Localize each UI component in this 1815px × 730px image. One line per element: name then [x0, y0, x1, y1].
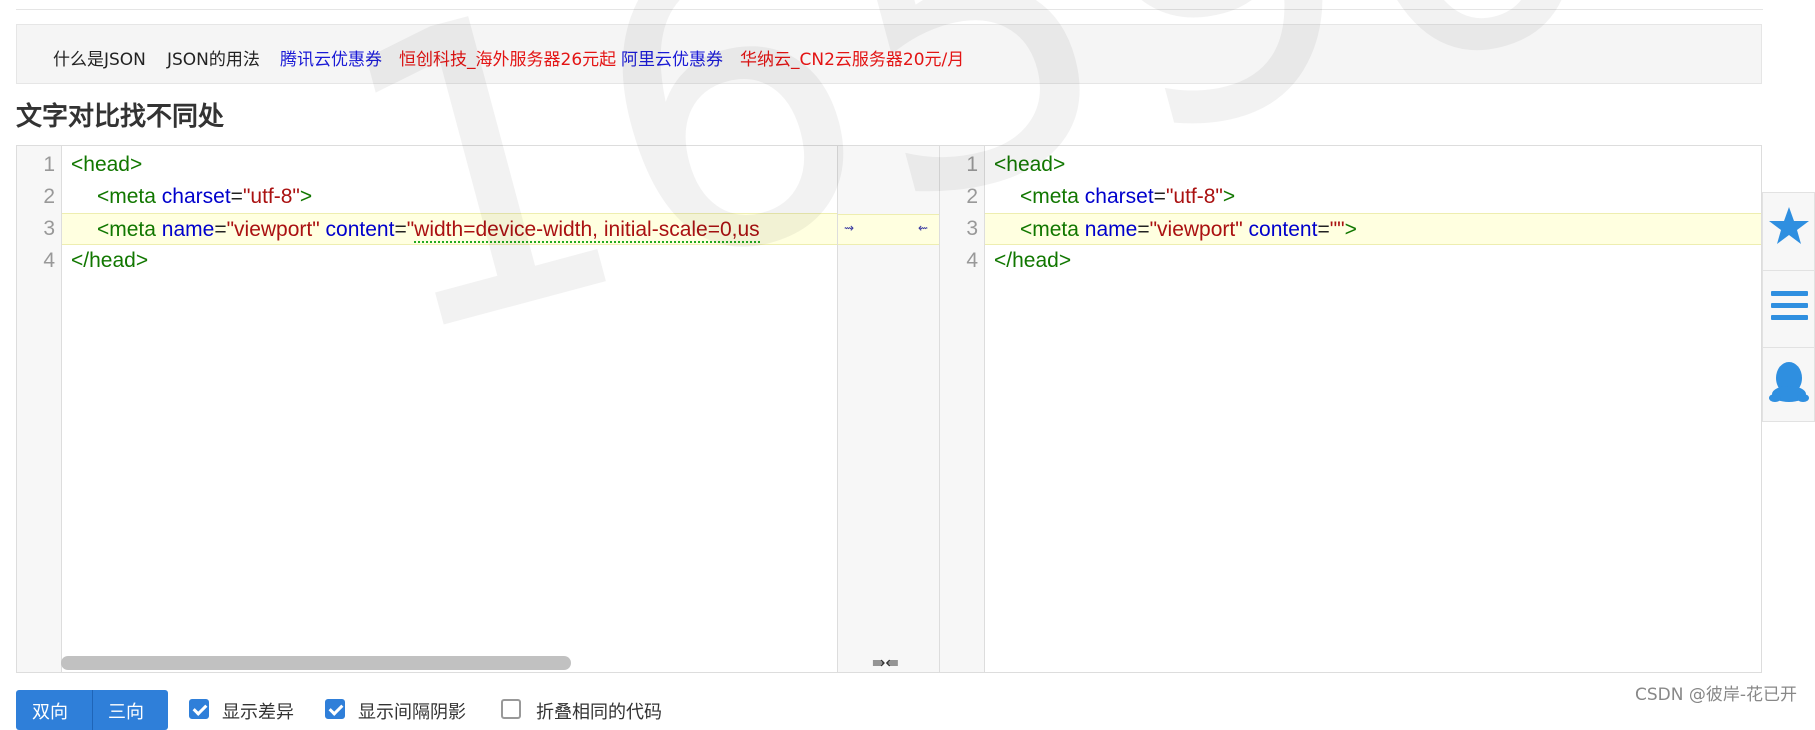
nav-link-tencent-coupon[interactable]: 腾讯云优惠券	[280, 45, 382, 70]
copy-left-arrow-icon[interactable]: ⇜	[918, 221, 928, 235]
nav-link-json-usage[interactable]: JSON的用法	[167, 45, 260, 70]
code-token: charset	[161, 185, 231, 208]
left-line-1: 1 <head>	[17, 149, 837, 181]
right-line-3-number: 3	[940, 213, 984, 245]
left-line-4: 4 </head>	[17, 245, 837, 277]
line-number: 3	[966, 217, 978, 240]
nav-link-what-is-json[interactable]: 什么是JSON	[53, 45, 146, 70]
code-token: =	[394, 218, 407, 241]
qq-contact-button[interactable]	[1763, 347, 1815, 418]
horizontal-scrollbar[interactable]	[61, 656, 571, 670]
menu-button[interactable]	[1763, 270, 1815, 341]
show-diff-label: 显示差异	[222, 702, 294, 723]
view-mode-button-group: 双向 三向	[16, 690, 168, 730]
button-divider	[92, 690, 93, 730]
line-number: 4	[43, 249, 55, 272]
right-line-2: 2 <meta charset="utf-8">	[940, 181, 1761, 213]
code-token: =	[214, 218, 227, 241]
menu-icon	[1771, 291, 1808, 320]
show-diff-checkbox[interactable]	[189, 699, 209, 719]
code-token: >	[1344, 218, 1357, 241]
code-token: <meta	[1020, 218, 1079, 241]
code-token: "viewport"	[226, 218, 320, 241]
left-line-3-number: 3	[17, 213, 61, 245]
code-token: "viewport"	[1149, 218, 1243, 241]
code-token: =	[1137, 218, 1150, 241]
favorite-button[interactable]	[1763, 193, 1815, 263]
nav-link-aliyun-coupon[interactable]: 阿里云优惠券	[621, 45, 723, 70]
line-number: 2	[43, 185, 55, 208]
merge-all-arrows-icon[interactable]: ⇛⇚	[872, 653, 899, 672]
page-title: 文字对比找不同处	[16, 102, 225, 132]
star-icon	[1769, 207, 1809, 244]
copy-right-arrow-icon[interactable]: ⇝	[844, 221, 854, 235]
left-line-2: 2 <meta charset="utf-8">	[17, 181, 837, 213]
code-token: content	[325, 218, 395, 241]
line-number: 1	[43, 153, 55, 176]
right-editor[interactable]: 1 <head> 2 <meta charset="utf-8"> <meta …	[940, 146, 1761, 672]
three-way-button[interactable]: 三向	[108, 698, 144, 724]
top-nav-bar: 什么是JSON JSON的用法 腾讯云优惠券 恒创科技_海外服务器26元起 阿里…	[16, 24, 1762, 84]
top-divider	[16, 9, 1763, 10]
code-token: <head>	[994, 153, 1066, 176]
line-number: 4	[966, 249, 978, 272]
code-token: </head>	[994, 249, 1072, 272]
line-number: 2	[966, 185, 978, 208]
line-number: 1	[966, 153, 978, 176]
qq-icon	[1769, 362, 1809, 402]
code-token: =	[1153, 185, 1166, 208]
code-token: content	[1248, 218, 1318, 241]
code-token: "utf-8"	[242, 185, 300, 208]
line-number: 3	[43, 217, 55, 240]
show-shading-checkbox[interactable]	[325, 699, 345, 719]
code-token: "utf-8"	[1165, 185, 1223, 208]
code-token: =	[1317, 218, 1330, 241]
show-shading-label: 显示间隔阴影	[358, 702, 466, 723]
code-token: </head>	[71, 249, 149, 272]
code-token: <head>	[71, 153, 143, 176]
merge-view: 1 <head> 2 <meta charset="utf-8"> <meta …	[16, 145, 1762, 673]
right-line-1: 1 <head>	[940, 149, 1761, 181]
right-line-3-changed: <meta name="viewport" content="">	[985, 213, 1761, 245]
changed-text: width=device-width, initial-scale=0,us	[414, 218, 760, 243]
code-token: >	[1222, 185, 1236, 208]
code-token: <meta	[97, 218, 156, 241]
collapse-identical-label: 折叠相同的代码	[536, 702, 662, 723]
two-way-button[interactable]: 双向	[32, 698, 68, 724]
collapse-identical-checkbox[interactable]	[501, 699, 521, 719]
merge-gap: ⇝ ⇜ ⇛⇚	[837, 146, 940, 672]
code-token: =	[230, 185, 243, 208]
code-token: name	[161, 218, 215, 241]
code-token: <meta	[1020, 185, 1079, 208]
code-token: <meta	[97, 185, 156, 208]
csdn-credit: CSDN @彼岸-花已开	[1634, 685, 1797, 705]
side-toolbar	[1762, 192, 1815, 422]
right-line-4: 4 </head>	[940, 245, 1761, 277]
left-editor[interactable]: 1 <head> 2 <meta charset="utf-8"> <meta …	[17, 146, 837, 672]
code-token: name	[1084, 218, 1138, 241]
code-token: charset	[1084, 185, 1154, 208]
left-line-3-changed: <meta name="viewport" content="width=dev…	[62, 213, 837, 245]
nav-link-hengchuang-server[interactable]: 恒创科技_海外服务器26元起	[399, 45, 616, 70]
nav-link-huana-cloud[interactable]: 华纳云_CN2云服务器20元/月	[740, 45, 964, 70]
code-token: >	[299, 185, 313, 208]
code-token: ""	[1329, 218, 1345, 241]
